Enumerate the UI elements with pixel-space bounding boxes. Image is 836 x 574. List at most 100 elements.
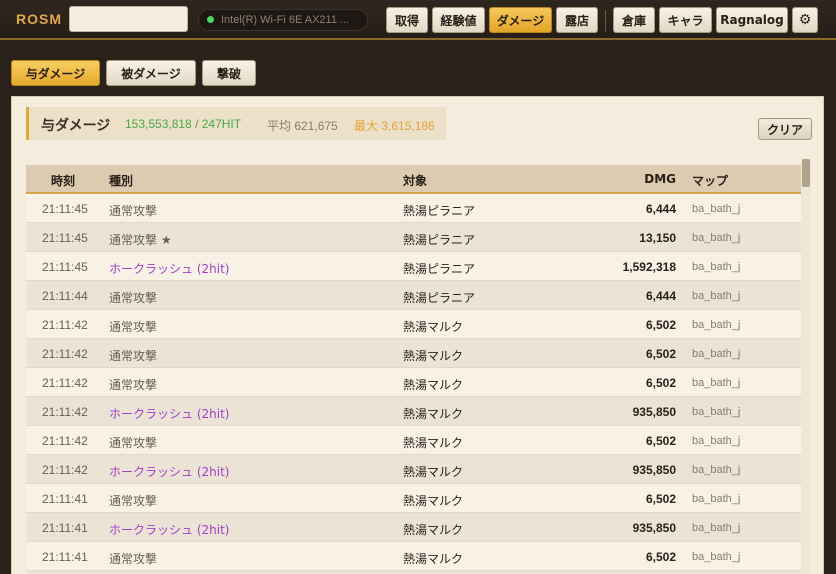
cell-type: 通常攻撃 [109,204,158,218]
gear-icon: ⚙ [798,12,812,28]
nav-exp-button[interactable]: 経験値 [432,7,485,33]
cell-dmg: 6,502 [645,434,676,448]
cell-dmg: 6,502 [645,492,676,506]
cell-dmg: 935,850 [632,521,676,535]
cell-map: ba_bath_j [692,522,741,534]
cell-dmg: 1,592,318 [622,260,676,274]
name-input[interactable] [69,6,188,32]
col-type[interactable]: 種別 [109,172,133,189]
cell-time: 21:11:45 [42,260,88,274]
cell-time: 21:11:42 [42,434,88,448]
cell-time: 21:11:41 [42,492,88,506]
nav-storage-button[interactable]: 倉庫 [613,7,655,33]
cell-map: ba_bath_j [692,406,741,418]
tab-received-damage[interactable]: 被ダメージ [106,60,196,86]
cell-type: ホークラッシュ (2hit) [109,262,230,276]
damage-summary: 与ダメージ 153,553,818 / 247HIT 平均 621,675 最大… [26,107,446,140]
cell-type: 通常攻撃 [109,349,158,363]
col-target[interactable]: 対象 [403,172,427,189]
cell-type: 通常攻撃 [109,378,158,392]
nav-damage-button[interactable]: ダメージ [489,7,552,33]
clear-button[interactable]: クリア [758,118,812,140]
nav-ragnalog-button[interactable]: Ragnalog [716,7,788,33]
summary-total: 153,553,818 / 247HIT [125,117,242,131]
cell-dmg: 6,502 [645,318,676,332]
table-row[interactable]: 21:11:41 通常攻撃 熱湯マルク 6,502 ba_bath_j [26,542,801,571]
summary-max: 最大 3,615,186 [354,119,435,133]
cell-type: 通常攻撃 ★ [109,233,172,247]
table-body: 21:11:45 通常攻撃 熱湯ピラニア 6,444 ba_bath_j 21:11:45… [26,194,801,574]
nav-acquire-button[interactable]: 取得 [386,7,428,33]
cell-type: ホークラッシュ (2hit) [109,465,230,479]
table-row[interactable]: 21:11:42 通常攻撃 熱湯マルク 6,502 ba_bath_j [26,426,801,455]
tab-kills[interactable]: 撃破 [202,60,256,86]
nav-character-button[interactable]: キャラ [659,7,712,33]
cell-type: ホークラッシュ (2hit) [109,407,230,421]
table-row[interactable]: 21:11:45 通常攻撃 ★ 熱湯ピラニア 13,150 ba_bath_j [26,223,801,252]
status-dot-icon [207,16,214,23]
cell-time: 21:11:42 [42,463,88,477]
cell-target: 熱湯マルク [403,523,464,537]
top-bar: ROSM Intel(R) Wi-Fi 6E AX211 ... 取得 経験値 … [0,0,836,40]
cell-map: ba_bath_j [692,464,741,476]
damage-panel: 与ダメージ 153,553,818 / 247HIT 平均 621,675 最大… [11,96,824,574]
network-adapter-select[interactable]: Intel(R) Wi-Fi 6E AX211 ... [198,9,368,31]
cell-type: 通常攻撃 [109,291,158,305]
table-row[interactable]: 21:11:44 通常攻撃 熱湯ピラニア 6,444 ba_bath_j [26,281,801,310]
cell-dmg: 6,502 [645,347,676,361]
table-row[interactable]: 21:11:41 通常攻撃 熱湯マルク 6,502 ba_bath_j [26,484,801,513]
summary-average: 平均 621,675 [267,119,338,133]
nav-divider [605,10,606,32]
summary-title: 与ダメージ [41,117,111,133]
table-row[interactable]: 21:11:42 ホークラッシュ (2hit) 熱湯マルク 935,850 ba_bat… [26,397,801,426]
col-dmg[interactable]: DMG [644,172,676,186]
cell-dmg: 6,444 [645,202,676,216]
cell-map: ba_bath_j [692,319,741,331]
cell-dmg: 935,850 [632,463,676,477]
cell-dmg: 6,444 [645,289,676,303]
cell-target: 熱湯マルク [403,465,464,479]
cell-map: ba_bath_j [692,261,741,273]
nav-stall-button[interactable]: 露店 [556,7,598,33]
cell-target: 熱湯ピラニア [403,291,476,305]
cell-time: 21:11:44 [42,289,88,303]
cell-map: ba_bath_j [692,551,741,563]
cell-type: ホークラッシュ (2hit) [109,523,230,537]
cell-dmg: 13,150 [639,231,676,245]
cell-type: 通常攻撃 [109,320,158,334]
cell-time: 21:11:41 [42,521,88,535]
damage-table: 時刻 種別 対象 DMG マップ 21:11:45 通常攻撃 熱湯ピラニア 6,444… [26,165,801,574]
table-row[interactable]: 21:11:45 通常攻撃 熱湯ピラニア 6,444 ba_bath_j [26,194,801,223]
cell-map: ba_bath_j [692,290,741,302]
col-time[interactable]: 時刻 [51,172,75,189]
table-row[interactable]: 21:11:41 ホークラッシュ (2hit) 熱湯マルク 935,850 ba_bat… [26,513,801,542]
table-row[interactable]: 21:11:45 ホークラッシュ (2hit) 熱湯ピラニア 1,592,318 ba_… [26,252,801,281]
cell-time: 21:11:42 [42,376,88,390]
cell-map: ba_bath_j [692,377,741,389]
table-row[interactable]: 21:11:42 通常攻撃 熱湯マルク 6,502 ba_bath_j [26,310,801,339]
cell-target: 熱湯マルク [403,552,464,566]
cell-map: ba_bath_j [692,348,741,360]
settings-button[interactable]: ⚙ [792,7,818,33]
cell-target: 熱湯マルク [403,407,464,421]
cell-type: 通常攻撃 [109,494,158,508]
cell-time: 21:11:45 [42,231,88,245]
table-row[interactable]: 21:11:42 通常攻撃 熱湯マルク 6,502 ba_bath_j [26,339,801,368]
cell-target: 熱湯マルク [403,349,464,363]
cell-map: ba_bath_j [692,435,741,447]
table-header: 時刻 種別 対象 DMG マップ [26,165,801,194]
table-row[interactable]: 21:11:42 通常攻撃 熱湯マルク 6,502 ba_bath_j [26,368,801,397]
cell-time: 21:11:41 [42,550,88,564]
network-adapter-label: Intel(R) Wi-Fi 6E AX211 ... [221,14,350,26]
scroll-thumb[interactable] [802,159,810,187]
app-logo: ROSM [16,11,62,27]
cell-target: 熱湯ピラニア [403,204,476,218]
col-map[interactable]: マップ [692,172,728,189]
table-row[interactable]: 21:11:42 ホークラッシュ (2hit) 熱湯マルク 935,850 ba_bat… [26,455,801,484]
table-scrollbar[interactable] [801,159,811,574]
cell-map: ba_bath_j [692,493,741,505]
cell-target: 熱湯マルク [403,320,464,334]
cell-map: ba_bath_j [692,203,741,215]
tab-dealt-damage[interactable]: 与ダメージ [11,60,100,86]
cell-target: 熱湯ピラニア [403,233,476,247]
